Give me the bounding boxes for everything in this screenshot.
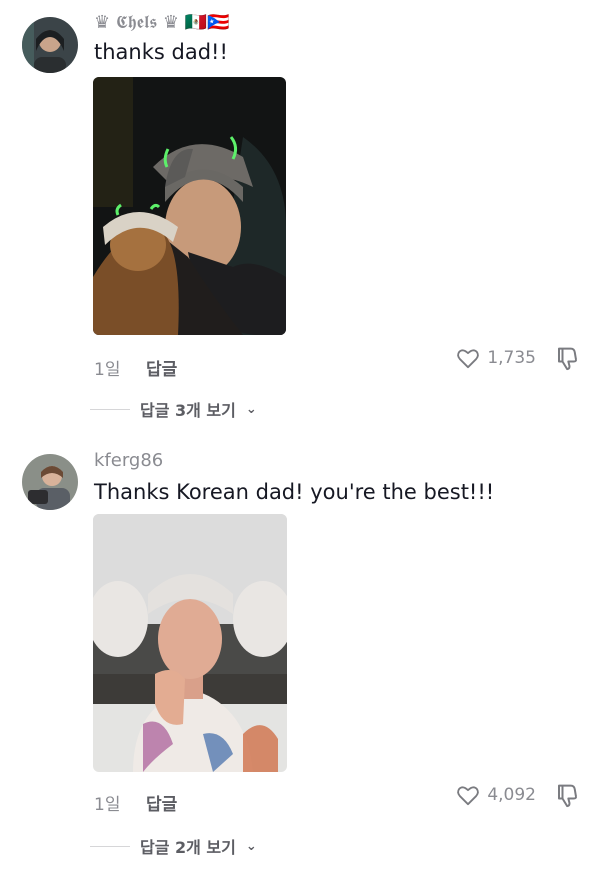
heart-outline-icon: [457, 786, 480, 806]
reply-button[interactable]: 답글: [146, 790, 177, 815]
dislike-button[interactable]: [552, 781, 580, 809]
avatar-image: [22, 454, 78, 510]
avatar[interactable]: [22, 17, 78, 73]
comment-username[interactable]: kferg86: [94, 450, 163, 471]
comment-photo[interactable]: [93, 77, 286, 335]
like-button[interactable]: 1,735: [455, 345, 536, 371]
dislike-button[interactable]: [552, 344, 580, 372]
comment-age: 1일: [94, 360, 121, 380]
like-button[interactable]: 4,092: [455, 782, 536, 808]
reply-button[interactable]: 답글: [146, 355, 177, 380]
view-replies-button[interactable]: 답글 3개 보기 ⌄: [90, 397, 257, 421]
view-replies-button[interactable]: 답글 2개 보기 ⌄: [90, 834, 257, 858]
comment-item: ♛ 𝕮𝖍𝖊𝖑𝖘 ♛ 🇲🇽🇵🇷 thanks dad!! 1일 답글 1,735 …: [0, 0, 600, 430]
thumbs-down-icon: [558, 784, 577, 808]
comment-item: kferg86 Thanks Korean dad! you're the be…: [0, 440, 600, 870]
divider: [90, 408, 130, 410]
selfie-with-dog-image: [93, 77, 286, 335]
avatar[interactable]: [22, 454, 78, 510]
view-replies-label: 답글 3개 보기: [140, 401, 236, 420]
like-count: 1,735: [487, 348, 536, 368]
view-replies-label: 답글 2개 보기: [140, 838, 236, 857]
avatar-image: [22, 17, 78, 73]
selfie-towel-hat-image: [93, 514, 287, 772]
comment-photo[interactable]: [93, 514, 287, 772]
chevron-down-icon: ⌄: [245, 838, 257, 854]
thumbs-down-icon: [558, 347, 577, 371]
comment-text: Thanks Korean dad! you're the best!!!: [94, 480, 495, 504]
heart-outline-icon: [457, 349, 480, 369]
comment-text: thanks dad!!: [94, 40, 228, 64]
chevron-down-icon: ⌄: [245, 401, 257, 417]
comment-age: 1일: [94, 795, 121, 815]
comment-username[interactable]: ♛ 𝕮𝖍𝖊𝖑𝖘 ♛ 🇲🇽🇵🇷: [94, 12, 230, 33]
like-count: 4,092: [487, 785, 536, 805]
divider: [90, 845, 130, 847]
